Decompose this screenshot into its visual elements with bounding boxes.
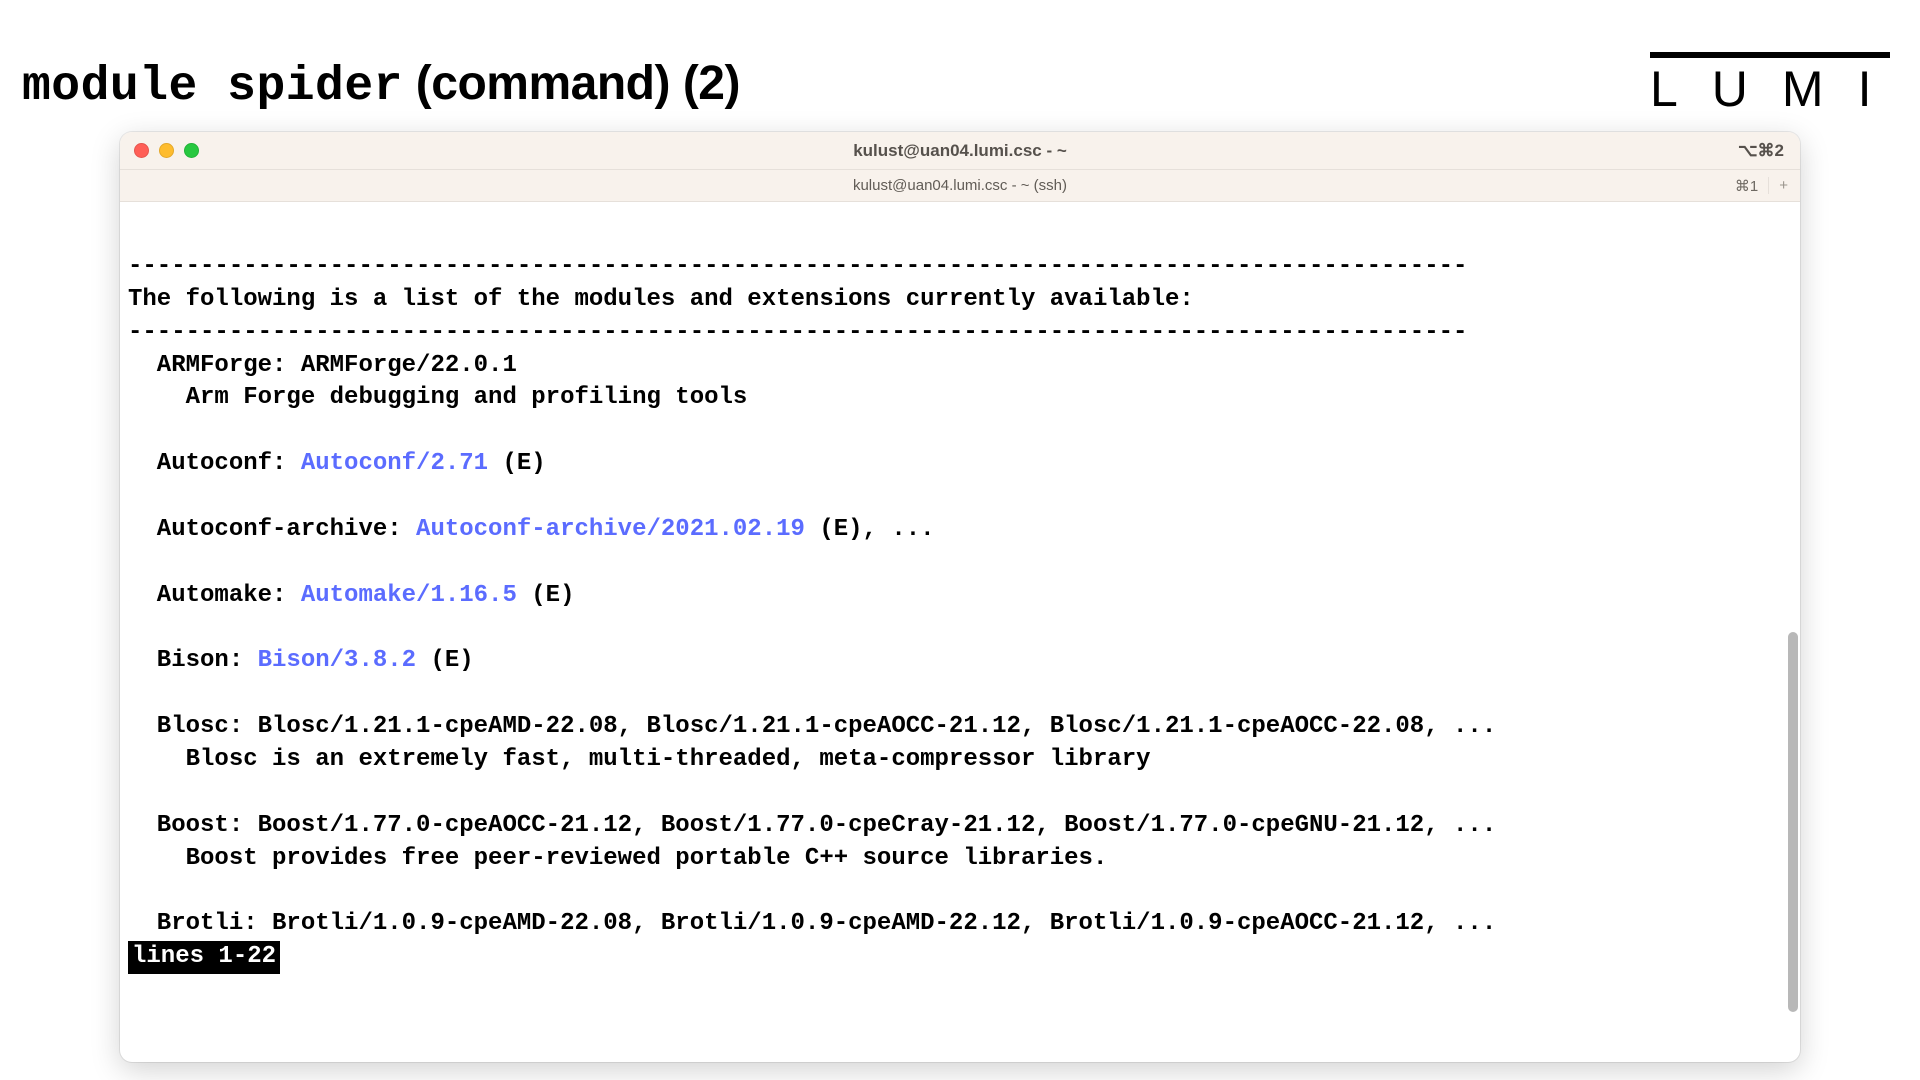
module-blosc-desc: Blosc is an extremely fast, multi-thread… xyxy=(128,746,1151,773)
window-shortcut: ⌥⌘2 xyxy=(1738,141,1784,161)
module-armforge-label: ARMForge: ARMForge/22.0.1 xyxy=(128,352,517,379)
pager-status: lines 1-22 xyxy=(128,941,280,974)
lumi-logo: LUMI xyxy=(1650,52,1890,112)
title-paren: (command) (2) xyxy=(403,57,740,110)
module-bison-label: Bison: xyxy=(128,647,258,674)
title-command: module spider xyxy=(22,60,403,114)
module-boost-desc: Boost provides free peer-reviewed portab… xyxy=(128,845,1107,872)
module-autoconf-archive-label: Autoconf-archive: xyxy=(128,516,416,543)
module-autoconf-archive-suffix: (E), ... xyxy=(805,516,935,543)
logo-text: LUMI xyxy=(1650,64,1890,114)
scrollbar[interactable] xyxy=(1788,632,1798,1012)
tabbar: kulust@uan04.lumi.csc - ~ (ssh) ⌘1 + xyxy=(120,170,1800,202)
logo-bar xyxy=(1650,52,1890,58)
terminal-body[interactable]: ----------------------------------------… xyxy=(120,202,1800,974)
tab-shortcut: ⌘1 xyxy=(1735,177,1758,195)
hr: ----------------------------------------… xyxy=(128,319,1467,346)
module-armforge-desc: Arm Forge debugging and profiling tools xyxy=(128,384,747,411)
tab-title[interactable]: kulust@uan04.lumi.csc - ~ (ssh) xyxy=(120,177,1800,194)
module-automake-link: Automake/1.16.5 xyxy=(301,582,517,609)
slide-title: module spider (command) (2) xyxy=(22,56,740,114)
module-autoconf-suffix: (E) xyxy=(488,450,546,477)
module-autoconf-archive-link: Autoconf-archive/2021.02.19 xyxy=(416,516,805,543)
module-autoconf-link: Autoconf/2.71 xyxy=(301,450,488,477)
module-brotli-label: Brotli: Brotli/1.0.9-cpeAMD-22.08, Brotl… xyxy=(128,910,1496,937)
module-boost-label: Boost: Boost/1.77.0-cpeAOCC-21.12, Boost… xyxy=(128,812,1496,839)
titlebar[interactable]: kulust@uan04.lumi.csc - ~ ⌥⌘2 xyxy=(120,132,1800,170)
module-bison-link: Bison/3.8.2 xyxy=(258,647,416,674)
new-tab-button[interactable]: + xyxy=(1768,177,1788,194)
intro-line: The following is a list of the modules a… xyxy=(128,286,1194,313)
module-automake-suffix: (E) xyxy=(517,582,575,609)
module-autoconf-label: Autoconf: xyxy=(128,450,301,477)
window-title: kulust@uan04.lumi.csc - ~ xyxy=(120,141,1800,161)
hr: ----------------------------------------… xyxy=(128,253,1467,280)
module-blosc-label: Blosc: Blosc/1.21.1-cpeAMD-22.08, Blosc/… xyxy=(128,713,1496,740)
terminal-window: kulust@uan04.lumi.csc - ~ ⌥⌘2 kulust@uan… xyxy=(120,132,1800,1062)
module-bison-suffix: (E) xyxy=(416,647,474,674)
scrollbar-thumb[interactable] xyxy=(1788,632,1798,1012)
module-automake-label: Automake: xyxy=(128,582,301,609)
